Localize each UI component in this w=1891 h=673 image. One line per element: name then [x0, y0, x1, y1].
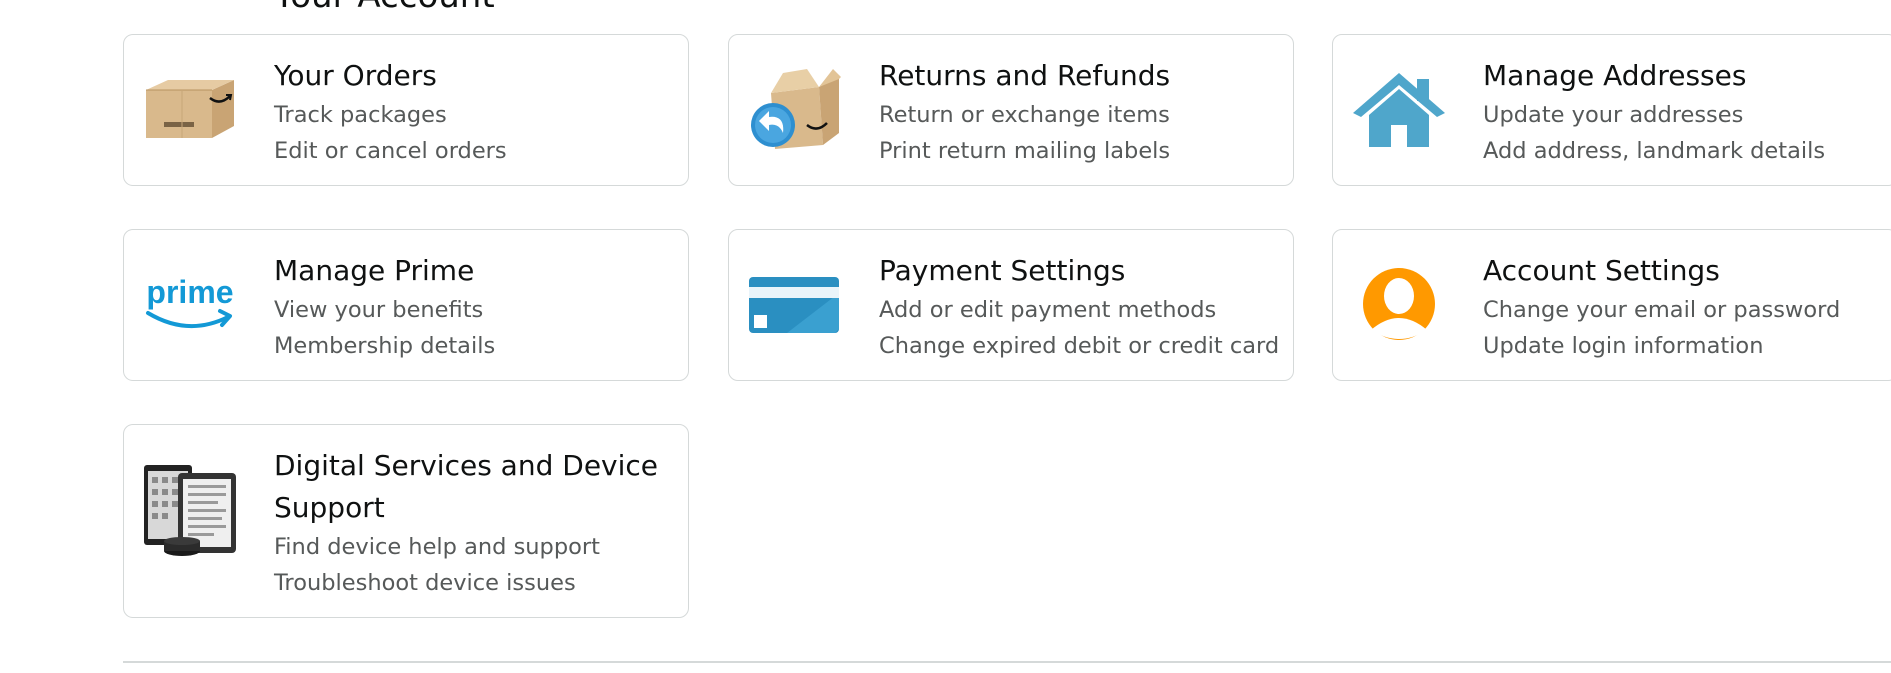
return-box-icon: [747, 63, 843, 155]
house-icon: [1351, 63, 1447, 155]
account-settings-line-1: Change your email or password: [1483, 297, 1841, 323]
manage-addresses-line-2: Add address, landmark details: [1483, 138, 1826, 164]
manage-prime-card[interactable]: prime Manage Prime View your benefits Me…: [123, 229, 689, 381]
digital-services-line-1: Find device help and support: [274, 534, 600, 560]
page-heading: Your Account: [274, 0, 495, 16]
payment-settings-title: Payment Settings: [879, 254, 1126, 287]
payment-settings-line-1: Add or edit payment methods: [879, 297, 1217, 323]
manage-prime-title: Manage Prime: [274, 254, 475, 287]
digital-services-title: Digital Services and Device Support: [274, 449, 659, 524]
manage-prime-line-2: Membership details: [274, 333, 496, 359]
credit-card-icon: [747, 258, 843, 350]
returns-and-refunds-card[interactable]: Returns and Refunds Return or exchange i…: [728, 34, 1294, 186]
digital-services-card[interactable]: Digital Services and Device Support Find…: [123, 424, 689, 618]
your-orders-line-2: Edit or cancel orders: [274, 138, 507, 164]
returns-and-refunds-title: Returns and Refunds: [879, 59, 1171, 92]
your-orders-title: Your Orders: [274, 59, 437, 92]
manage-addresses-card[interactable]: Manage Addresses Update your addresses A…: [1332, 34, 1891, 186]
digital-services-line-2: Troubleshoot device issues: [274, 570, 576, 596]
manage-prime-line-1: View your benefits: [274, 297, 484, 323]
returns-and-refunds-line-1: Return or exchange items: [879, 102, 1170, 128]
section-divider: [123, 661, 1891, 663]
devices-icon: [142, 451, 238, 571]
your-orders-card[interactable]: Your Orders Track packages Edit or cance…: [123, 34, 689, 186]
account-settings-title: Account Settings: [1483, 254, 1720, 287]
manage-addresses-title: Manage Addresses: [1483, 59, 1747, 92]
amazon-box-icon: [142, 63, 238, 155]
prime-logo-text: prime: [146, 274, 233, 310]
prime-logo-icon: prime: [142, 258, 238, 350]
user-avatar-icon: [1351, 258, 1447, 350]
account-settings-line-2: Update login information: [1483, 333, 1764, 359]
manage-addresses-line-1: Update your addresses: [1483, 102, 1744, 128]
returns-and-refunds-line-2: Print return mailing labels: [879, 138, 1171, 164]
account-settings-card[interactable]: Account Settings Change your email or pa…: [1332, 229, 1891, 381]
your-orders-line-1: Track packages: [274, 102, 447, 128]
payment-settings-card[interactable]: Payment Settings Add or edit payment met…: [728, 229, 1294, 381]
payment-settings-line-2: Change expired debit or credit card: [879, 333, 1280, 359]
